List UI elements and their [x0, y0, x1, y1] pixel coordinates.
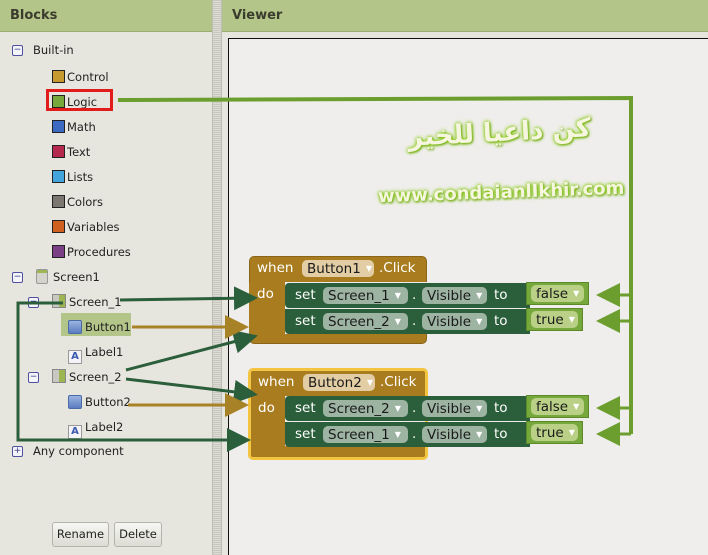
screen1-arrow-line	[16, 301, 251, 452]
screen2-arrow-1	[125, 329, 258, 372]
logic-arrow-line	[117, 95, 633, 434]
annotation-arrows	[16, 95, 633, 452]
screen1-arrow-top	[119, 286, 258, 311]
screen2-arrow-2	[125, 377, 258, 404]
